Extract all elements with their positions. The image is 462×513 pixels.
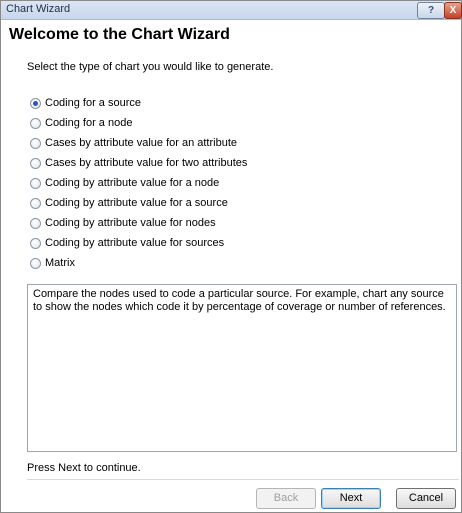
footer-divider <box>27 479 459 480</box>
radio-unselected-icon[interactable] <box>30 198 41 209</box>
option-cases-by-two-attributes[interactable]: Cases by attribute value for two attribu… <box>27 153 247 173</box>
option-label: Coding for a node <box>45 117 133 129</box>
radio-unselected-icon[interactable] <box>30 238 41 249</box>
option-label: Cases by attribute value for two attribu… <box>45 157 248 169</box>
option-label: Matrix <box>45 257 75 269</box>
option-label: Coding by attribute value for a source <box>45 197 228 209</box>
chart-wizard-dialog: Chart Wizard ? X Welcome to the Chart Wi… <box>0 0 462 513</box>
close-icon[interactable]: X <box>444 2 462 19</box>
radio-unselected-icon[interactable] <box>30 118 41 129</box>
option-coding-for-source[interactable]: Coding for a source <box>27 93 247 113</box>
cancel-button[interactable]: Cancel <box>396 488 456 509</box>
option-cases-by-attribute[interactable]: Cases by attribute value for an attribut… <box>27 133 247 153</box>
description-box: Compare the nodes used to code a particu… <box>27 284 457 452</box>
radio-selected-icon[interactable] <box>30 98 41 109</box>
option-coding-by-attribute-nodes[interactable]: Coding by attribute value for nodes <box>27 213 247 233</box>
title-bar[interactable]: Chart Wizard ? X <box>1 1 462 20</box>
option-coding-for-node[interactable]: Coding for a node <box>27 113 247 133</box>
instruction-text: Select the type of chart you would like … <box>27 61 274 73</box>
radio-unselected-icon[interactable] <box>30 218 41 229</box>
option-label: Coding by attribute value for sources <box>45 237 225 249</box>
option-label: Cases by attribute value for an attribut… <box>45 137 237 149</box>
option-coding-by-attribute-sources[interactable]: Coding by attribute value for sources <box>27 233 247 253</box>
option-coding-by-attribute-source[interactable]: Coding by attribute value for a source <box>27 193 247 213</box>
option-coding-by-attribute-node[interactable]: Coding by attribute value for a node <box>27 173 247 193</box>
option-label: Coding for a source <box>45 97 141 109</box>
page-title: Welcome to the Chart Wizard <box>9 26 230 43</box>
help-icon[interactable]: ? <box>417 2 445 19</box>
radio-unselected-icon[interactable] <box>30 138 41 149</box>
option-label: Coding by attribute value for nodes <box>45 217 216 229</box>
radio-unselected-icon[interactable] <box>30 258 41 269</box>
radio-unselected-icon[interactable] <box>30 158 41 169</box>
option-label: Coding by attribute value for a node <box>45 177 220 189</box>
footer-hint: Press Next to continue. <box>27 462 141 474</box>
back-button[interactable]: Back <box>256 488 316 509</box>
window-title: Chart Wizard <box>6 3 71 15</box>
option-matrix[interactable]: Matrix <box>27 253 247 273</box>
radio-unselected-icon[interactable] <box>30 178 41 189</box>
chart-type-radio-group: Coding for a source Coding for a node Ca… <box>27 93 247 273</box>
next-button[interactable]: Next <box>321 488 381 509</box>
